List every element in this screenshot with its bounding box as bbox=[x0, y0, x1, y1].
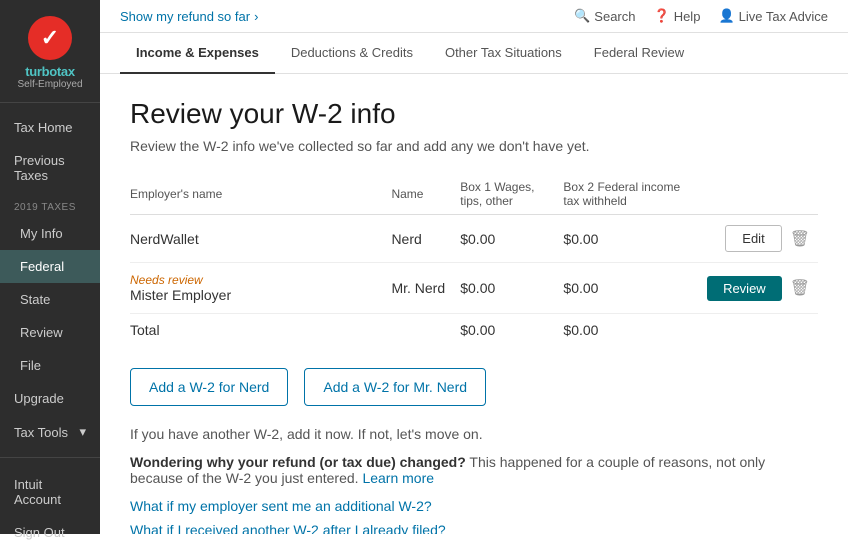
faq-link-2[interactable]: What if I received another W-2 after I a… bbox=[130, 522, 818, 534]
advisor-icon: 👤 bbox=[718, 8, 734, 24]
col-header-action bbox=[701, 174, 818, 215]
table-row-total: Total $0.00 $0.00 bbox=[130, 314, 818, 349]
delete-icon-nerdwallet[interactable]: 🗑 bbox=[790, 229, 810, 249]
review-button-mister[interactable]: Review bbox=[707, 276, 782, 301]
col-header-name: Name bbox=[391, 174, 460, 215]
sidebar-item-file[interactable]: File bbox=[0, 349, 100, 382]
live-advice-label: Live Tax Advice bbox=[739, 9, 828, 24]
main-content: Show my refund so far › 🔍 Search ❓ Help … bbox=[100, 0, 848, 534]
total-name bbox=[391, 314, 460, 349]
total-action bbox=[701, 314, 818, 349]
tab-other-tax-situations[interactable]: Other Tax Situations bbox=[429, 33, 578, 74]
page-subtitle: Review the W-2 info we've collected so f… bbox=[130, 138, 818, 154]
tab-income-expenses[interactable]: Income & Expenses bbox=[120, 33, 275, 74]
add-w2-nerd-button[interactable]: Add a W-2 for Nerd bbox=[130, 368, 288, 406]
col-header-box1: Box 1 Wages, tips, other bbox=[460, 174, 563, 215]
tab-deductions-credits[interactable]: Deductions & Credits bbox=[275, 33, 429, 74]
tab-federal-review[interactable]: Federal Review bbox=[578, 33, 700, 74]
refund-link[interactable]: Show my refund so far › bbox=[120, 9, 258, 24]
sidebar: ✓ turbotax Self-Employed Tax Home Previo… bbox=[0, 0, 100, 534]
topbar-actions: 🔍 Search ❓ Help 👤 Live Tax Advice bbox=[574, 8, 828, 24]
sidebar-item-upgrade[interactable]: Upgrade bbox=[0, 382, 100, 415]
turbotax-edition: Self-Employed bbox=[17, 79, 82, 90]
table-row: Needs review Mister Employer Mr. Nerd $0… bbox=[130, 263, 818, 314]
col-header-employer: Employer's name bbox=[130, 174, 391, 215]
box1-mister: $0.00 bbox=[460, 263, 563, 314]
sidebar-item-federal[interactable]: Federal bbox=[0, 250, 100, 283]
refund-arrow-icon: › bbox=[254, 9, 258, 24]
table-row: NerdWallet Nerd $0.00 $0.00 Edit 🗑 bbox=[130, 215, 818, 263]
tab-navigation: Income & Expenses Deductions & Credits O… bbox=[100, 33, 848, 74]
faq-link-1[interactable]: What if my employer sent me an additiona… bbox=[130, 498, 818, 514]
sidebar-item-state[interactable]: State bbox=[0, 283, 100, 316]
topbar: Show my refund so far › 🔍 Search ❓ Help … bbox=[100, 0, 848, 33]
content-area: Review your W-2 info Review the W-2 info… bbox=[100, 74, 848, 534]
action-cell-nerdwallet: Edit 🗑 bbox=[701, 215, 818, 263]
sidebar-item-previous-taxes[interactable]: Previous Taxes bbox=[0, 144, 100, 192]
total-label: Total bbox=[130, 314, 391, 349]
total-box1: $0.00 bbox=[460, 314, 563, 349]
action-cell-mister: Review 🗑 bbox=[701, 263, 818, 314]
turbotax-brand-name: turbotax bbox=[25, 64, 75, 79]
live-tax-advice-button[interactable]: 👤 Live Tax Advice bbox=[718, 8, 828, 24]
total-box2: $0.00 bbox=[563, 314, 701, 349]
edit-button-nerdwallet[interactable]: Edit bbox=[725, 225, 781, 252]
employer-name-mister: Needs review Mister Employer bbox=[130, 263, 391, 314]
sidebar-item-tax-home[interactable]: Tax Home bbox=[0, 111, 100, 144]
info-line2: Wondering why your refund (or tax due) c… bbox=[130, 454, 818, 486]
employee-name-nerd: Nerd bbox=[391, 215, 460, 263]
sidebar-navigation: Tax Home Previous Taxes 2019 TAXES My In… bbox=[0, 103, 100, 457]
add-w2-buttons: Add a W-2 for Nerd Add a W-2 for Mr. Ner… bbox=[130, 368, 818, 406]
help-button[interactable]: ❓ Help bbox=[654, 8, 701, 24]
page-title: Review your W-2 info bbox=[130, 98, 818, 130]
refund-link-text: Show my refund so far bbox=[120, 9, 250, 24]
sidebar-logo: ✓ turbotax Self-Employed bbox=[0, 0, 100, 103]
box1-nerdwallet: $0.00 bbox=[460, 215, 563, 263]
learn-more-link[interactable]: Learn more bbox=[362, 470, 434, 486]
help-icon: ❓ bbox=[654, 8, 670, 24]
add-w2-mr-nerd-button[interactable]: Add a W-2 for Mr. Nerd bbox=[304, 368, 486, 406]
chevron-down-icon: ▾ bbox=[79, 424, 86, 440]
needs-review-badge: Needs review bbox=[130, 273, 383, 287]
sidebar-bottom: Intuit Account Sign Out bbox=[0, 457, 100, 559]
sidebar-item-my-info[interactable]: My Info bbox=[0, 217, 100, 250]
sidebar-item-review[interactable]: Review bbox=[0, 316, 100, 349]
help-label: Help bbox=[674, 9, 701, 24]
search-icon: 🔍 bbox=[574, 8, 590, 24]
sidebar-item-sign-out[interactable]: Sign Out bbox=[0, 516, 100, 549]
info-bold-text: Wondering why your refund (or tax due) c… bbox=[130, 454, 466, 470]
employer-name-nerdwallet: NerdWallet bbox=[130, 215, 391, 263]
sidebar-section-2019: 2019 TAXES bbox=[0, 192, 100, 217]
sidebar-item-intuit-account[interactable]: Intuit Account bbox=[0, 468, 100, 516]
search-label: Search bbox=[594, 9, 635, 24]
col-header-box2: Box 2 Federal income tax withheld bbox=[563, 174, 701, 215]
delete-icon-mister[interactable]: 🗑 bbox=[790, 278, 810, 298]
turbotax-logo-icon: ✓ bbox=[28, 16, 72, 60]
info-line1: If you have another W-2, add it now. If … bbox=[130, 426, 818, 442]
employee-name-mr-nerd: Mr. Nerd bbox=[391, 263, 460, 314]
search-button[interactable]: 🔍 Search bbox=[574, 8, 635, 24]
w2-table: Employer's name Name Box 1 Wages, tips, … bbox=[130, 174, 818, 348]
box2-mister: $0.00 bbox=[563, 263, 701, 314]
sidebar-item-tax-tools[interactable]: Tax Tools ▾ bbox=[0, 415, 100, 449]
box2-nerdwallet: $0.00 bbox=[563, 215, 701, 263]
